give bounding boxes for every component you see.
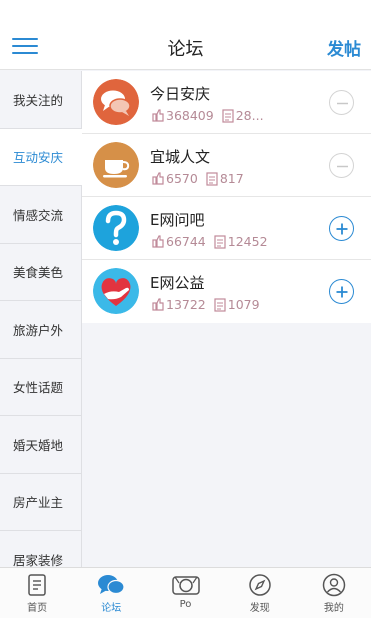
post-count: 28... [235, 108, 264, 123]
post-count: 1079 [227, 297, 260, 312]
follow-button[interactable] [329, 279, 354, 304]
members-icon [152, 172, 164, 185]
post-button[interactable]: 发帖 [327, 35, 361, 60]
posts-icon [214, 234, 226, 249]
members-icon [152, 109, 164, 122]
nav-label: 首页 [27, 603, 48, 614]
forum-name: E网公益 [150, 274, 205, 292]
sidebar-item-home-decor[interactable]: 居家装修 [0, 531, 82, 567]
list-item[interactable]: E网公益 13722 1079 [82, 260, 371, 323]
home-document-icon [28, 574, 46, 596]
nav-label: Po [179, 599, 192, 610]
member-count: 66744 [166, 234, 206, 249]
sidebar-item-property[interactable]: 房产业主 [0, 473, 82, 531]
forum-name: 宜城人文 [150, 148, 211, 166]
forum-stats: 368409 28... [152, 108, 272, 123]
members-icon [152, 235, 164, 248]
posts-icon [206, 171, 218, 186]
sidebar-item-following[interactable]: 我关注的 [0, 71, 82, 129]
forum-name: E网问吧 [150, 211, 205, 229]
list-item[interactable]: 宜城人文 6570 817 [82, 134, 371, 197]
forum-stats: 6570 817 [152, 171, 252, 186]
nav-me[interactable]: 我的 [297, 568, 371, 618]
member-count: 13722 [166, 297, 206, 312]
unfollow-button[interactable] [329, 90, 354, 115]
nav-label: 我的 [323, 603, 344, 614]
list-item[interactable]: 今日安庆 368409 28... [82, 71, 371, 134]
follow-button[interactable] [329, 216, 354, 241]
members-icon [152, 298, 164, 311]
sidebar-item-emotion[interactable]: 情感交流 [0, 186, 82, 244]
sidebar-item-wedding[interactable]: 婚天婚地 [0, 416, 82, 474]
forum-app: 论坛 发帖 我关注的 互动安庆 情感交流 美食美色 旅游户外 女性话题 婚天婚地… [0, 0, 371, 618]
bottom-nav: 首页 论坛 Po 发现 我的 [0, 567, 371, 618]
member-count: 368409 [166, 108, 214, 123]
nav-label: 发现 [249, 603, 270, 614]
forum-name: 今日安庆 [150, 85, 211, 103]
sidebar-item-food[interactable]: 美食美色 [0, 243, 82, 301]
camera-icon [171, 576, 200, 595]
category-sidebar: 我关注的 互动安庆 情感交流 美食美色 旅游户外 女性话题 婚天婚地 房产业主 … [0, 71, 82, 567]
post-count: 12452 [227, 234, 268, 249]
forum-list: 今日安庆 368409 28... 宜城人文 6570 817 E网问吧 667… [82, 71, 371, 323]
forum-stats: 13722 1079 [152, 297, 268, 312]
nav-forum[interactable]: 论坛 [74, 568, 148, 618]
minus-icon [337, 102, 348, 105]
unfollow-button[interactable] [329, 153, 354, 178]
coffee-cup-icon [93, 142, 139, 188]
nav-label: 论坛 [101, 603, 122, 614]
forum-bubbles-icon [98, 575, 125, 595]
posts-icon [222, 108, 234, 123]
nav-home[interactable]: 首页 [0, 568, 74, 618]
page-title: 论坛 [167, 39, 204, 60]
top-bar: 论坛 发帖 [0, 0, 371, 70]
chat-bubbles-icon [93, 79, 139, 125]
minus-icon [337, 165, 348, 168]
heart-hand-icon [93, 268, 139, 314]
nav-discover[interactable]: 发现 [223, 568, 297, 618]
post-count: 817 [219, 171, 244, 186]
plus-icon [336, 223, 348, 235]
compass-icon [248, 574, 271, 596]
forum-stats: 66744 12452 [152, 234, 276, 249]
member-count: 6570 [166, 171, 198, 186]
sidebar-item-women[interactable]: 女性话题 [0, 358, 82, 416]
question-mark-icon [93, 205, 139, 251]
user-icon [322, 573, 346, 597]
sidebar-item-travel[interactable]: 旅游户外 [0, 301, 82, 359]
nav-po[interactable]: Po [148, 568, 222, 618]
plus-icon [336, 286, 348, 298]
posts-icon [214, 297, 226, 312]
list-item[interactable]: E网问吧 66744 12452 [82, 197, 371, 260]
sidebar-item-interactive-anqing[interactable]: 互动安庆 [0, 128, 82, 186]
